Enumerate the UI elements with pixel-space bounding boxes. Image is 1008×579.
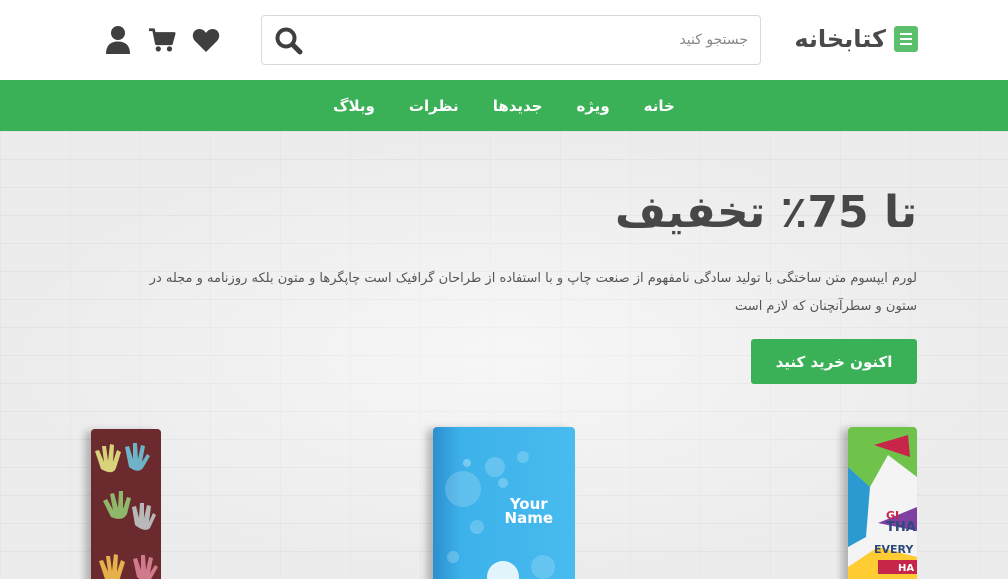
svg-text:EVERY: EVERY <box>874 543 914 556</box>
nav-item-special[interactable]: ویژه <box>577 97 610 115</box>
cart-icon[interactable] <box>148 26 176 54</box>
main-nav: خانه ویژه جدیدها نظرات وبلاگ <box>0 80 1008 131</box>
search-box <box>261 15 761 65</box>
nav-item-home[interactable]: خانه <box>644 97 675 115</box>
hands-pattern <box>91 429 161 579</box>
logo-text: کتابخانه <box>794 25 886 53</box>
thanks-pattern: GI THA EVERY HA <box>848 427 917 579</box>
hero-banner: تا 75٪ تخفیف لورم ایپسوم متن ساختگی با ت… <box>0 131 1008 579</box>
book-icon <box>894 26 918 52</box>
book-cover-hands[interactable] <box>91 429 161 579</box>
site-logo[interactable]: کتابخانه <box>794 22 918 56</box>
book-cover-bubbles[interactable]: Your Name <box>433 427 575 579</box>
nav-item-new[interactable]: جدیدها <box>493 97 543 115</box>
heart-icon[interactable] <box>192 26 220 54</box>
shop-now-button[interactable]: اکنون خرید کنید <box>751 339 917 384</box>
nav-item-reviews[interactable]: نظرات <box>409 97 459 115</box>
hero-title: تا 75٪ تخفیف <box>614 187 917 238</box>
search-input[interactable] <box>328 28 748 52</box>
user-icon[interactable] <box>104 26 132 54</box>
hero-description: لورم ایپسوم متن ساختگی با تولید سادگی نا… <box>149 271 917 314</box>
svg-text:THA: THA <box>886 520 916 535</box>
book-cover-title: Your Name <box>504 495 553 527</box>
book-cover-thanks[interactable]: GI THA EVERY HA <box>848 427 917 579</box>
site-header: کتابخانه <box>0 0 1008 80</box>
nav-item-blog[interactable]: وبلاگ <box>333 97 375 115</box>
svg-text:HA: HA <box>898 563 914 574</box>
search-icon[interactable] <box>274 26 306 56</box>
header-actions <box>104 24 220 56</box>
